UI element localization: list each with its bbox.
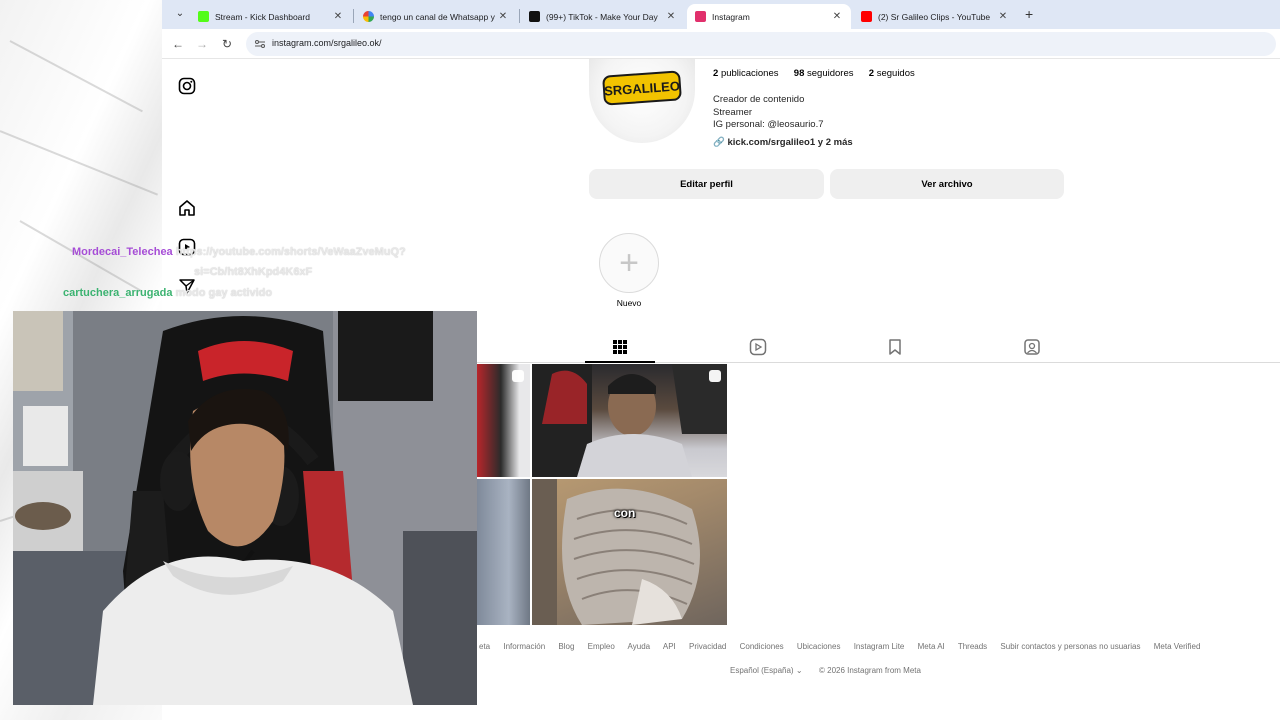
plus-icon: + bbox=[619, 244, 639, 282]
tab-kick-dashboard[interactable]: Stream - Kick Dashboard ✕ bbox=[190, 4, 352, 29]
footer-link[interactable]: Subir contactos y personas no usuarias bbox=[1000, 642, 1140, 651]
forward-arrow-icon[interactable]: → bbox=[194, 36, 210, 52]
footer-link[interactable]: Threads bbox=[958, 642, 987, 651]
browser-address-bar: ← → ↻ instagram.com/srgalileo.ok/ bbox=[162, 29, 1280, 59]
posts-count: 2 bbox=[713, 68, 719, 79]
profile-avatar[interactable]: SRGALILEO bbox=[589, 59, 695, 143]
saved-bookmark-icon[interactable] bbox=[886, 338, 904, 356]
screen: ⌄ Stream - Kick Dashboard ✕ tengo un can… bbox=[0, 0, 1280, 720]
browser-tab-bar: ⌄ Stream - Kick Dashboard ✕ tengo un can… bbox=[162, 0, 1280, 29]
footer-links: eta Información Blog Empleo Ayuda API Pr… bbox=[479, 642, 1211, 651]
footer-link[interactable]: Condiciones bbox=[740, 642, 784, 651]
chat-message: Mordecai_Telechea https://youtube.com/sh… bbox=[72, 246, 406, 258]
tab-tiktok[interactable]: (99+) TikTok - Make Your Day ✕ bbox=[521, 4, 685, 29]
followers-count[interactable]: 98 bbox=[794, 68, 805, 79]
footer-link[interactable]: Privacidad bbox=[689, 642, 726, 651]
tiktok-favicon-icon bbox=[529, 11, 540, 22]
reel-icon bbox=[709, 370, 721, 382]
post-tile[interactable] bbox=[477, 479, 530, 625]
chat-text: modo gay activido bbox=[175, 287, 273, 299]
chat-username: Mordecai_Telechea bbox=[72, 246, 173, 258]
post-tile[interactable] bbox=[532, 364, 727, 477]
chat-message-continuation: si=Cb/ht8XhKpd4K6xF bbox=[194, 266, 312, 278]
profile-stats: 2 publicaciones 98 seguidores 2 seguidos bbox=[713, 68, 915, 79]
post-caption-overlay: con bbox=[614, 506, 636, 520]
tab-google-search[interactable]: tengo un canal de Whatsapp y ✕ bbox=[355, 4, 517, 29]
webcam-feed bbox=[13, 311, 477, 705]
tab-close-icon[interactable]: ✕ bbox=[997, 11, 1009, 22]
bio-line-2: Streamer bbox=[713, 107, 753, 118]
view-archive-button[interactable]: Ver archivo bbox=[830, 169, 1064, 199]
footer-link[interactable]: Ayuda bbox=[628, 642, 651, 651]
tab-close-icon[interactable]: ✕ bbox=[831, 11, 843, 22]
following-count[interactable]: 2 bbox=[869, 68, 874, 79]
youtube-favicon-icon bbox=[861, 11, 872, 22]
tab-title: tengo un canal de Whatsapp y bbox=[380, 11, 495, 22]
active-tab-indicator bbox=[585, 361, 655, 363]
footer-link[interactable]: eta bbox=[479, 642, 490, 651]
tab-title: (99+) TikTok - Make Your Day bbox=[546, 11, 658, 22]
bio-line-1: Creador de contenido bbox=[713, 94, 805, 105]
profile-link-text[interactable]: kick.com/srgalileo1 y 2 más bbox=[727, 137, 852, 148]
chat-message: cartuchera_arrugada modo gay activido bbox=[63, 287, 272, 299]
footer-link[interactable]: Información bbox=[503, 642, 545, 651]
tab-instagram[interactable]: Instagram ✕ bbox=[687, 4, 851, 29]
new-highlight-label: Nuevo bbox=[616, 298, 642, 308]
url-text: instagram.com/srgalileo.ok/ bbox=[272, 38, 382, 48]
footer-bottom: Español (España) ⌄ © 2026 Instagram from… bbox=[730, 666, 921, 675]
language-selector[interactable]: Español (España) ⌄ bbox=[730, 666, 803, 675]
footer-link[interactable]: Meta AI bbox=[918, 642, 945, 651]
following-label[interactable]: seguidos bbox=[877, 68, 915, 79]
instagram-favicon-icon bbox=[695, 11, 706, 22]
chevron-down-icon: ⌄ bbox=[795, 666, 803, 675]
followers-label[interactable]: seguidores bbox=[807, 68, 853, 79]
chat-text: si=Cb/ht8XhKpd4K6xF bbox=[194, 266, 313, 278]
tab-youtube[interactable]: (2) Sr Galileo Clips - YouTube ✕ bbox=[853, 4, 1017, 29]
chat-text: https://youtube.com/shorts/VeWaaZveMuQ? bbox=[175, 246, 406, 258]
tagged-icon[interactable] bbox=[1023, 338, 1041, 356]
tab-search-chevron-icon[interactable]: ⌄ bbox=[172, 6, 188, 22]
tab-close-icon[interactable]: ✕ bbox=[665, 11, 677, 22]
avatar-logo: SRGALILEO bbox=[602, 70, 682, 106]
chat-username: cartuchera_arrugada bbox=[63, 287, 173, 299]
tab-title: (2) Sr Galileo Clips - YouTube bbox=[878, 11, 991, 22]
reload-icon[interactable]: ↻ bbox=[219, 36, 235, 52]
posts-label: publicaciones bbox=[720, 68, 779, 79]
post-tile[interactable] bbox=[532, 479, 727, 625]
url-omnibox[interactable]: instagram.com/srgalileo.ok/ bbox=[246, 32, 1276, 56]
new-highlight-button[interactable]: + bbox=[599, 233, 659, 293]
home-icon[interactable] bbox=[178, 199, 196, 217]
back-arrow-icon[interactable]: ← bbox=[170, 36, 186, 52]
post-tile[interactable] bbox=[477, 364, 530, 477]
site-settings-icon[interactable] bbox=[254, 38, 266, 50]
tab-close-icon[interactable]: ✕ bbox=[332, 11, 344, 22]
edit-profile-button[interactable]: Editar perfil bbox=[589, 169, 824, 199]
webcam-overlay bbox=[13, 311, 477, 705]
footer-link[interactable]: Instagram Lite bbox=[854, 642, 905, 651]
instagram-logo-icon[interactable] bbox=[178, 77, 196, 95]
reel-icon bbox=[512, 370, 524, 382]
bio-line-3: IG personal: @leosaurio.7 bbox=[713, 119, 824, 130]
tab-title: Stream - Kick Dashboard bbox=[215, 11, 310, 22]
posts-grid-icon[interactable] bbox=[611, 338, 629, 356]
tab-title: Instagram bbox=[712, 11, 750, 22]
footer-link[interactable]: Empleo bbox=[588, 642, 615, 651]
profile-link[interactable]: 🔗 kick.com/srgalileo1 y 2 más bbox=[713, 137, 853, 148]
footer-link[interactable]: Ubicaciones bbox=[797, 642, 841, 651]
reels-tab-icon[interactable] bbox=[749, 338, 767, 356]
link-icon: 🔗 bbox=[713, 137, 725, 148]
kick-favicon-icon bbox=[198, 11, 209, 22]
google-favicon-icon bbox=[363, 11, 374, 22]
new-tab-plus-icon[interactable]: + bbox=[1025, 6, 1033, 22]
footer-link[interactable]: Blog bbox=[558, 642, 574, 651]
copyright-text: © 2026 Instagram from Meta bbox=[819, 666, 921, 675]
tab-close-icon[interactable]: ✕ bbox=[497, 11, 509, 22]
footer-link[interactable]: API bbox=[663, 642, 676, 651]
footer-link[interactable]: Meta Verified bbox=[1154, 642, 1201, 651]
